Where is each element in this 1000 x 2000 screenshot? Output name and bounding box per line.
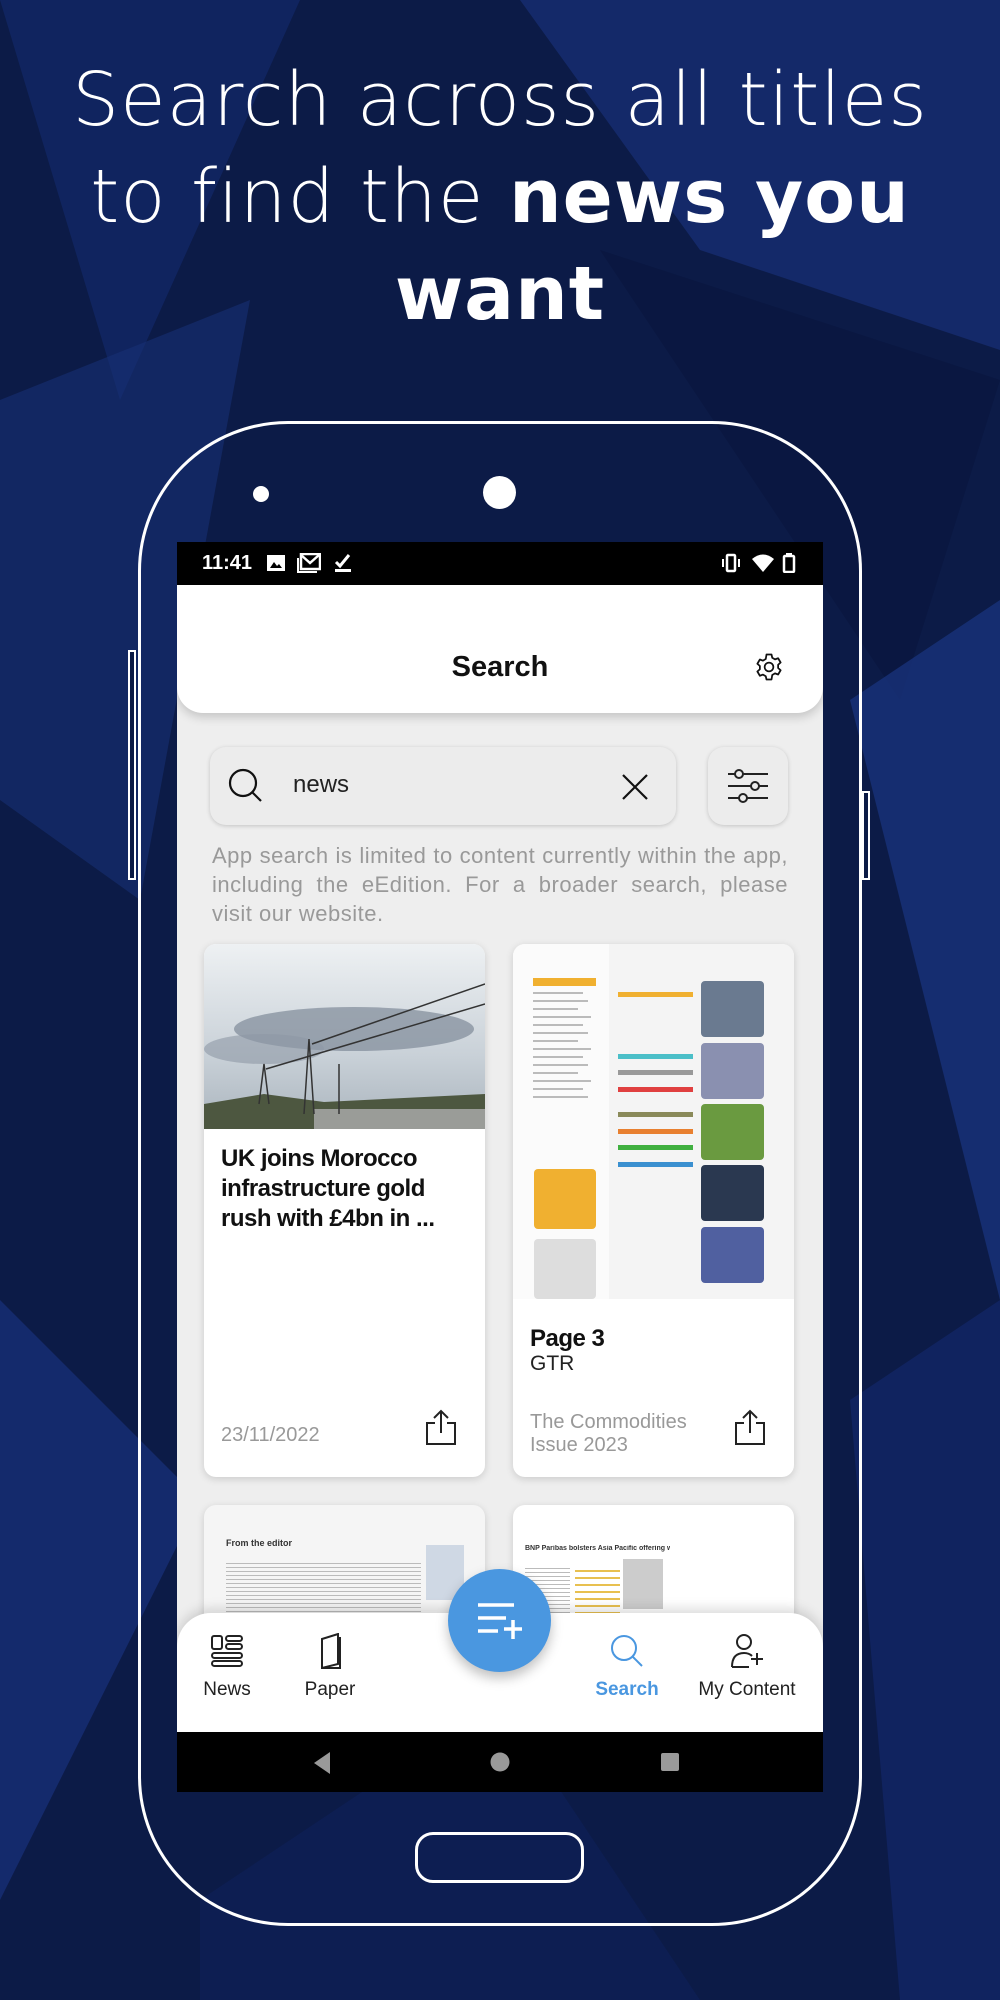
search-icon: [228, 768, 262, 802]
nav-search[interactable]: Search: [567, 1613, 687, 1733]
nav-my-content[interactable]: My Content: [687, 1613, 807, 1733]
result-card[interactable]: Page 3 GTR The Commodities Issue 2023: [513, 944, 794, 1477]
gear-icon[interactable]: [754, 652, 784, 682]
headline: Search across all titles to find the new…: [0, 52, 1000, 343]
system-nav-bar: [177, 1732, 823, 1792]
headline-line-1: Search across all titles: [72, 57, 928, 143]
nav-label: Paper: [304, 1679, 356, 1700]
add-to-playlist-button[interactable]: [448, 1569, 551, 1672]
share-icon[interactable]: [735, 1409, 765, 1445]
search-icon: [611, 1635, 643, 1667]
sensor-dot: [253, 486, 269, 502]
article-image: [204, 944, 485, 1129]
preview-heading: BNP Paribas bolsters Asia Pacific offeri…: [525, 1545, 670, 1552]
vibrate-icon: [722, 553, 740, 573]
result-publication: GTR: [530, 1352, 575, 1375]
gmail-icon: [297, 553, 321, 573]
recents-icon[interactable]: [660, 1752, 680, 1772]
nav-label: Search: [595, 1679, 659, 1700]
close-icon[interactable]: [621, 773, 649, 801]
result-issue: The Commodities Issue 2023: [530, 1411, 687, 1456]
page-title: Search: [451, 651, 549, 683]
sliders-icon: [728, 769, 768, 803]
filter-button[interactable]: [708, 747, 788, 825]
share-icon[interactable]: [426, 1409, 456, 1445]
preview-text: [226, 1560, 421, 1620]
preview-photo: [623, 1559, 663, 1609]
search-input[interactable]: news: [210, 747, 676, 825]
phone-side-button: [862, 791, 870, 880]
result-title: Page 3: [530, 1325, 605, 1352]
camera-dot: [483, 476, 516, 509]
phone-home-button: [415, 1832, 584, 1883]
news-icon: [211, 1635, 243, 1667]
playlist-add-icon: [478, 1603, 522, 1639]
result-title: UK joins Morocco infrastructure gold rus…: [221, 1145, 435, 1232]
search-value: news: [293, 771, 350, 798]
check-icon: [334, 554, 351, 572]
preview-quote: [575, 1565, 620, 1620]
phone-side-button: [128, 650, 136, 880]
app-bar: Search: [177, 585, 823, 713]
result-card[interactable]: UK joins Morocco infrastructure gold rus…: [204, 944, 485, 1477]
paper-icon: [321, 1633, 341, 1669]
headline-line-2: to find the news you: [90, 154, 910, 240]
battery-icon: [782, 553, 796, 573]
image-icon: [267, 555, 285, 571]
headline-line-3: want: [394, 251, 606, 337]
nav-label: My Content: [698, 1679, 796, 1700]
status-time: 11:41: [202, 552, 253, 574]
app-screen: 11:41 Search news App search is limited …: [177, 542, 823, 1792]
add-user-icon: [731, 1634, 763, 1668]
wifi-icon: [752, 554, 774, 572]
home-icon[interactable]: [490, 1752, 510, 1772]
back-icon[interactable]: [312, 1751, 332, 1775]
nav-paper[interactable]: Paper: [270, 1613, 390, 1733]
status-bar: 11:41: [177, 542, 823, 585]
page-thumbnail: [513, 944, 794, 1299]
preview-heading: From the editor: [226, 1538, 293, 1548]
result-date: 23/11/2022: [221, 1424, 320, 1446]
search-helper-text: App search is limited to content current…: [212, 843, 788, 926]
